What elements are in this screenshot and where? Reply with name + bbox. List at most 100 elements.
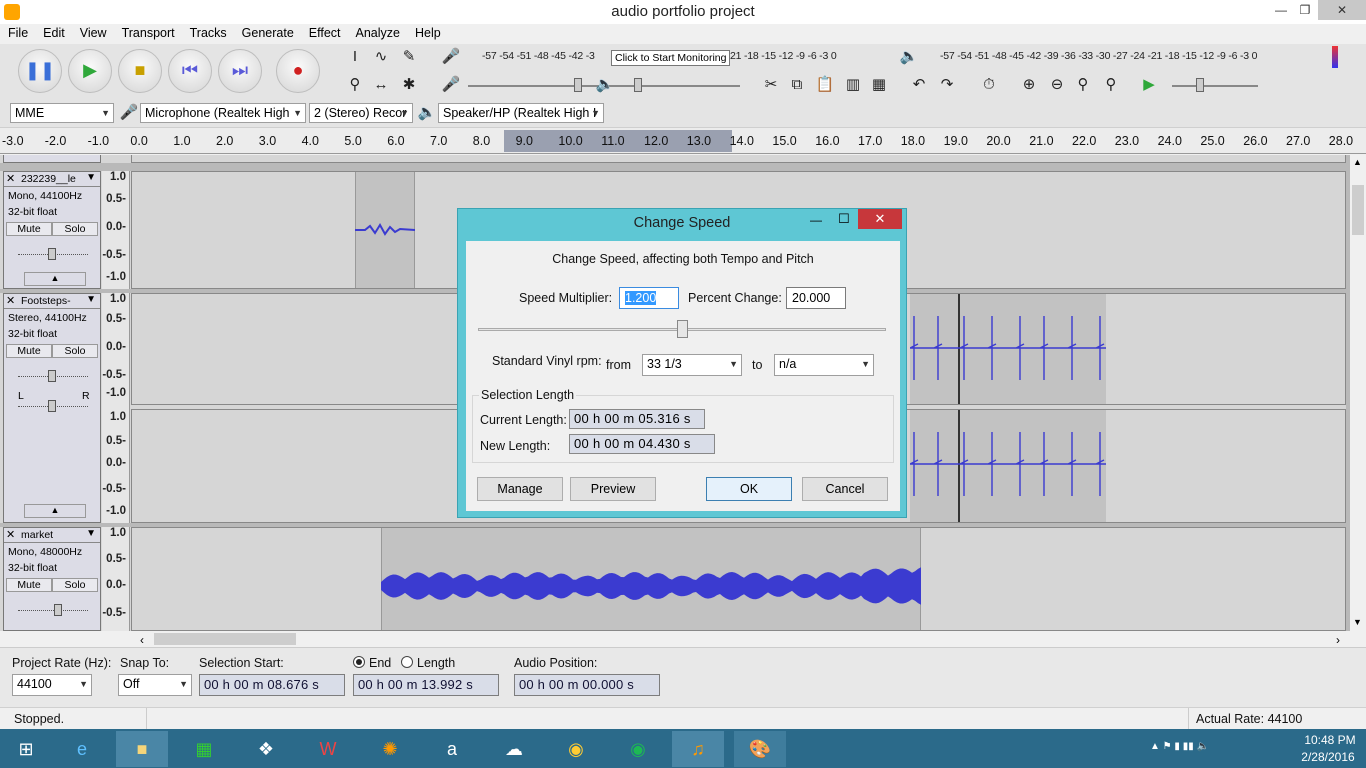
preview-button[interactable]: Preview xyxy=(570,477,656,501)
to-rpm-select[interactable]: n/a ▼ xyxy=(774,354,874,376)
dialog-close-button[interactable]: ✕ xyxy=(858,209,902,229)
output-device-select[interactable]: Speaker/HP (Realtek High I ▼ xyxy=(438,103,604,123)
clock-date[interactable]: 2/28/2016 xyxy=(1296,750,1360,764)
menu-file[interactable]: File xyxy=(0,24,35,40)
cancel-button[interactable]: Cancel xyxy=(802,477,888,501)
undo-icon[interactable]: ↶ xyxy=(908,74,930,96)
track-name[interactable]: 232239__le xyxy=(21,173,81,185)
track-name[interactable]: Footsteps- xyxy=(21,295,81,307)
copy-icon[interactable]: ⧉ xyxy=(786,74,808,96)
from-rpm-select[interactable]: 33 1/3 ▼ xyxy=(642,354,742,376)
menu-help[interactable]: Help xyxy=(407,24,448,40)
selection-start-field[interactable]: 00 h 00 m 08.676 s xyxy=(199,674,345,696)
new-length-field[interactable]: 00 h 00 m 04.430 s xyxy=(569,434,715,454)
zoom-tool-icon[interactable]: ⚲ xyxy=(344,74,366,96)
redo-icon[interactable]: ↷ xyxy=(936,74,958,96)
track-menu-icon[interactable]: ▼ xyxy=(86,294,96,305)
selection-end-field[interactable]: 00 h 00 m 13.992 s xyxy=(353,674,499,696)
audacity-taskbar-icon[interactable]: ♫ xyxy=(672,731,724,767)
project-rate-select[interactable]: 44100 ▼ xyxy=(12,674,92,696)
pan-thumb[interactable] xyxy=(48,400,56,412)
end-radio[interactable] xyxy=(353,656,365,668)
mute-button[interactable]: Mute xyxy=(6,578,52,592)
track-menu-icon[interactable]: ▼ xyxy=(86,528,96,539)
scroll-right-icon[interactable]: › xyxy=(1336,633,1340,647)
pause-button[interactable]: ❚❚ xyxy=(18,49,62,93)
menu-generate[interactable]: Generate xyxy=(234,24,301,40)
clock-time[interactable]: 10:48 PM xyxy=(1300,733,1360,747)
vertical-scrollbar[interactable]: ▲ ▼ xyxy=(1350,155,1366,631)
track-close-button[interactable]: ✕ xyxy=(6,294,15,307)
track-name[interactable]: market xyxy=(21,529,81,541)
play-speed-thumb[interactable] xyxy=(1196,78,1204,92)
skip-end-button[interactable]: ⏭ xyxy=(218,49,262,93)
play-button[interactable]: ▶ xyxy=(68,49,112,93)
snap-to-select[interactable]: Off ▼ xyxy=(118,674,192,696)
skip-start-button[interactable]: ⏮ xyxy=(168,49,212,93)
stop-button[interactable]: ■ xyxy=(118,49,162,93)
play-speed-slider[interactable] xyxy=(1172,85,1258,87)
tray-icons[interactable]: ▲ ⚑ ▮ ▮▮ 🔈 xyxy=(1150,741,1209,752)
solo-button[interactable]: Solo xyxy=(52,344,98,358)
input-device-select[interactable]: Microphone (Realtek High ▼ xyxy=(140,103,306,123)
scroll-up-icon[interactable]: ▲ xyxy=(1353,157,1362,167)
collapse-icon[interactable]: ▲ xyxy=(24,504,86,518)
playback-volume-thumb[interactable] xyxy=(634,78,642,92)
vertical-scroll-thumb[interactable] xyxy=(1352,185,1364,235)
playback-meter-icon[interactable]: 🔈 xyxy=(898,46,920,68)
manage-button[interactable]: Manage xyxy=(477,477,563,501)
paste-icon[interactable]: 📋 xyxy=(814,74,836,96)
record-volume-thumb[interactable] xyxy=(574,78,582,92)
length-radio[interactable] xyxy=(401,656,413,668)
timeshift-tool-icon[interactable]: ↔ xyxy=(370,74,392,96)
start-button[interactable]: ⊞ xyxy=(0,731,52,767)
multi-tool-icon[interactable]: ✱ xyxy=(398,74,420,96)
record-meter-icon[interactable]: 🎤 xyxy=(440,46,462,68)
trim-icon[interactable]: ▥ xyxy=(842,74,864,96)
collapse-icon[interactable]: ▲ xyxy=(24,272,86,286)
draw-tool-icon[interactable]: ✎ xyxy=(398,46,420,68)
audio-position-field[interactable]: 00 h 00 m 00.000 s xyxy=(514,674,660,696)
chrome-icon[interactable]: ◉ xyxy=(550,731,602,767)
dropbox-icon[interactable]: ❖ xyxy=(240,731,292,767)
store-icon[interactable]: ▦ xyxy=(178,731,230,767)
solo-button[interactable]: Solo xyxy=(52,578,98,592)
internet-explorer-icon[interactable]: e xyxy=(56,731,108,767)
media-app-icon[interactable]: ✺ xyxy=(364,731,416,767)
host-select[interactable]: MME ▼ xyxy=(10,103,114,123)
solo-button[interactable]: Solo xyxy=(52,222,98,236)
speed-multiplier-input[interactable]: 1.200 xyxy=(619,287,679,309)
scroll-down-icon[interactable]: ▼ xyxy=(1353,617,1362,627)
ok-button[interactable]: OK xyxy=(706,477,792,501)
silence-icon[interactable]: ▦ xyxy=(868,74,890,96)
monitor-tooltip[interactable]: Click to Start Monitoring xyxy=(611,50,731,66)
play-at-speed-icon[interactable]: ▶ xyxy=(1138,74,1160,96)
timeline-ruler[interactable]: -3.0 -2.0 -1.0 0.0 1.0 2.0 3.0 4.0 5.0 6.0 7.0 8.0 9… xyxy=(0,128,1366,154)
gain-slider[interactable] xyxy=(18,610,88,611)
selection-tool-icon[interactable]: I xyxy=(344,46,366,68)
file-explorer-icon[interactable]: ■ xyxy=(116,731,168,767)
zoom-in-icon[interactable]: ⊕ xyxy=(1018,74,1040,96)
sync-lock-icon[interactable]: ⏱ xyxy=(978,74,1000,96)
restore-button[interactable]: ❐ xyxy=(1290,0,1320,20)
menu-effect[interactable]: Effect xyxy=(301,24,348,40)
cut-icon[interactable]: ✂ xyxy=(760,74,782,96)
fit-selection-icon[interactable]: ⚲ xyxy=(1072,74,1094,96)
menu-view[interactable]: View xyxy=(72,24,114,40)
menu-edit[interactable]: Edit xyxy=(35,24,72,40)
menu-analyze[interactable]: Analyze xyxy=(348,24,407,40)
envelope-tool-icon[interactable]: ∿ xyxy=(370,46,392,68)
close-button[interactable]: ✕ xyxy=(1318,0,1366,20)
track-close-button[interactable]: ✕ xyxy=(6,528,15,541)
track-close-button[interactable]: ✕ xyxy=(6,172,15,185)
spotify-icon[interactable]: ◉ xyxy=(612,731,664,767)
mute-button[interactable]: Mute xyxy=(6,344,52,358)
gain-thumb[interactable] xyxy=(54,604,62,616)
record-button[interactable]: ● xyxy=(276,49,320,93)
channels-select[interactable]: 2 (Stereo) Recor ▼ xyxy=(309,103,413,123)
gain-thumb[interactable] xyxy=(48,248,56,260)
horizontal-scroll-thumb[interactable] xyxy=(154,633,296,645)
paint-icon[interactable]: 🎨 xyxy=(734,731,786,767)
menu-tracks[interactable]: Tracks xyxy=(182,24,234,40)
wps-office-icon[interactable]: W xyxy=(302,731,354,767)
